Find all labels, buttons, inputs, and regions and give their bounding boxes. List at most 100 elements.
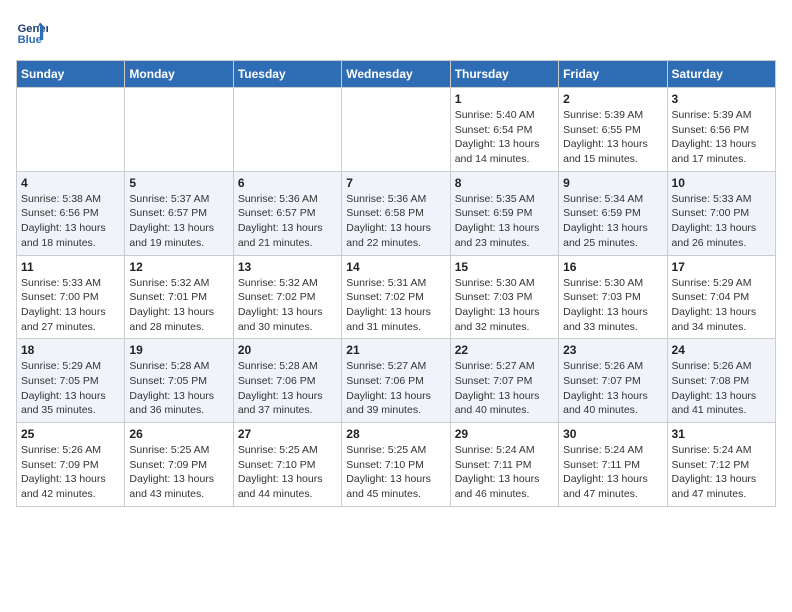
calendar-cell: 18 Sunrise: 5:29 AM Sunset: 7:05 PM Dayli…	[17, 339, 125, 423]
calendar-cell: 6 Sunrise: 5:36 AM Sunset: 6:57 PM Daylig…	[233, 171, 341, 255]
calendar-cell: 24 Sunrise: 5:26 AM Sunset: 7:08 PM Dayli…	[667, 339, 775, 423]
day-info: Sunrise: 5:26 AM Sunset: 7:08 PM Dayligh…	[672, 359, 771, 418]
calendar-cell	[125, 88, 233, 172]
day-number: 22	[455, 343, 554, 357]
day-number: 23	[563, 343, 662, 357]
calendar-cell: 12Sunrise: 5:32 AM Sunset: 7:01 PM Dayli…	[125, 255, 233, 339]
weekday-header-tuesday: Tuesday	[233, 61, 341, 88]
day-number: 8	[455, 176, 554, 190]
day-info: Sunrise: 5:27 AM Sunset: 7:06 PM Dayligh…	[346, 359, 445, 418]
day-info: Sunrise: 5:40 AM Sunset: 6:54 PM Dayligh…	[455, 108, 554, 167]
calendar-cell	[233, 88, 341, 172]
calendar-cell: 26 Sunrise: 5:25 AM Sunset: 7:09 PM Dayli…	[125, 423, 233, 507]
week-row-4: 18 Sunrise: 5:29 AM Sunset: 7:05 PM Dayli…	[17, 339, 776, 423]
calendar-table: SundayMondayTuesdayWednesdayThursdayFrid…	[16, 60, 776, 507]
day-number: 29	[455, 427, 554, 441]
day-info: Sunrise: 5:38 AM Sunset: 6:56 PM Dayligh…	[21, 192, 120, 251]
day-info: Sunrise: 5:30 AM Sunset: 7:03 PM Dayligh…	[455, 276, 554, 335]
week-row-3: 11 Sunrise: 5:33 AM Sunset: 7:00 PM Dayli…	[17, 255, 776, 339]
day-number: 24	[672, 343, 771, 357]
day-info: Sunrise: 5:29 AM Sunset: 7:04 PM Dayligh…	[672, 276, 771, 335]
day-info: Sunrise: 5:25 AM Sunset: 7:09 PM Dayligh…	[129, 443, 228, 502]
calendar-cell: 17 Sunrise: 5:29 AM Sunset: 7:04 PM Dayli…	[667, 255, 775, 339]
calendar-cell: 2Sunrise: 5:39 AM Sunset: 6:55 PM Daylig…	[559, 88, 667, 172]
day-number: 31	[672, 427, 771, 441]
day-number: 3	[672, 92, 771, 106]
calendar-cell: 14 Sunrise: 5:31 AM Sunset: 7:02 PM Dayli…	[342, 255, 450, 339]
weekday-header-friday: Friday	[559, 61, 667, 88]
day-info: Sunrise: 5:24 AM Sunset: 7:11 PM Dayligh…	[455, 443, 554, 502]
day-info: Sunrise: 5:25 AM Sunset: 7:10 PM Dayligh…	[238, 443, 337, 502]
calendar-cell: 7Sunrise: 5:36 AM Sunset: 6:58 PM Daylig…	[342, 171, 450, 255]
day-number: 18	[21, 343, 120, 357]
day-info: Sunrise: 5:24 AM Sunset: 7:11 PM Dayligh…	[563, 443, 662, 502]
calendar-cell: 22 Sunrise: 5:27 AM Sunset: 7:07 PM Dayli…	[450, 339, 558, 423]
day-number: 14	[346, 260, 445, 274]
calendar-cell: 20 Sunrise: 5:28 AM Sunset: 7:06 PM Dayli…	[233, 339, 341, 423]
calendar-cell: 30 Sunrise: 5:24 AM Sunset: 7:11 PM Dayli…	[559, 423, 667, 507]
week-row-2: 4 Sunrise: 5:38 AM Sunset: 6:56 PM Daylig…	[17, 171, 776, 255]
day-info: Sunrise: 5:32 AM Sunset: 7:02 PM Dayligh…	[238, 276, 337, 335]
calendar-cell: 28Sunrise: 5:25 AM Sunset: 7:10 PM Dayli…	[342, 423, 450, 507]
weekday-header-monday: Monday	[125, 61, 233, 88]
day-number: 15	[455, 260, 554, 274]
calendar-cell: 5 Sunrise: 5:37 AM Sunset: 6:57 PM Daylig…	[125, 171, 233, 255]
calendar-cell: 8 Sunrise: 5:35 AM Sunset: 6:59 PM Daylig…	[450, 171, 558, 255]
day-info: Sunrise: 5:37 AM Sunset: 6:57 PM Dayligh…	[129, 192, 228, 251]
calendar-cell: 10 Sunrise: 5:33 AM Sunset: 7:00 PM Dayli…	[667, 171, 775, 255]
logo-icon: General Blue	[16, 16, 48, 48]
day-number: 9	[563, 176, 662, 190]
calendar-cell	[17, 88, 125, 172]
calendar-cell: 19Sunrise: 5:28 AM Sunset: 7:05 PM Dayli…	[125, 339, 233, 423]
logo: General Blue	[16, 16, 52, 48]
day-number: 5	[129, 176, 228, 190]
day-number: 7	[346, 176, 445, 190]
day-info: Sunrise: 5:26 AM Sunset: 7:09 PM Dayligh…	[21, 443, 120, 502]
day-number: 30	[563, 427, 662, 441]
day-number: 12	[129, 260, 228, 274]
day-number: 16	[563, 260, 662, 274]
day-info: Sunrise: 5:26 AM Sunset: 7:07 PM Dayligh…	[563, 359, 662, 418]
week-row-1: 1 Sunrise: 5:40 AM Sunset: 6:54 PM Daylig…	[17, 88, 776, 172]
calendar-cell: 31 Sunrise: 5:24 AM Sunset: 7:12 PM Dayli…	[667, 423, 775, 507]
day-number: 19	[129, 343, 228, 357]
calendar-cell: 23 Sunrise: 5:26 AM Sunset: 7:07 PM Dayli…	[559, 339, 667, 423]
day-info: Sunrise: 5:33 AM Sunset: 7:00 PM Dayligh…	[21, 276, 120, 335]
calendar-cell: 11 Sunrise: 5:33 AM Sunset: 7:00 PM Dayli…	[17, 255, 125, 339]
day-info: Sunrise: 5:31 AM Sunset: 7:02 PM Dayligh…	[346, 276, 445, 335]
day-info: Sunrise: 5:39 AM Sunset: 6:56 PM Dayligh…	[672, 108, 771, 167]
svg-text:Blue: Blue	[18, 34, 42, 46]
day-number: 11	[21, 260, 120, 274]
day-number: 26	[129, 427, 228, 441]
svg-text:General: General	[18, 23, 48, 35]
calendar-cell: 27Sunrise: 5:25 AM Sunset: 7:10 PM Dayli…	[233, 423, 341, 507]
day-number: 17	[672, 260, 771, 274]
day-number: 2	[563, 92, 662, 106]
day-info: Sunrise: 5:35 AM Sunset: 6:59 PM Dayligh…	[455, 192, 554, 251]
day-info: Sunrise: 5:33 AM Sunset: 7:00 PM Dayligh…	[672, 192, 771, 251]
day-number: 28	[346, 427, 445, 441]
day-number: 6	[238, 176, 337, 190]
calendar-cell: 13Sunrise: 5:32 AM Sunset: 7:02 PM Dayli…	[233, 255, 341, 339]
day-info: Sunrise: 5:29 AM Sunset: 7:05 PM Dayligh…	[21, 359, 120, 418]
day-number: 21	[346, 343, 445, 357]
day-number: 10	[672, 176, 771, 190]
calendar-cell: 9 Sunrise: 5:34 AM Sunset: 6:59 PM Daylig…	[559, 171, 667, 255]
calendar-cell: 21 Sunrise: 5:27 AM Sunset: 7:06 PM Dayli…	[342, 339, 450, 423]
day-info: Sunrise: 5:24 AM Sunset: 7:12 PM Dayligh…	[672, 443, 771, 502]
calendar-cell: 15 Sunrise: 5:30 AM Sunset: 7:03 PM Dayli…	[450, 255, 558, 339]
calendar-cell: 16 Sunrise: 5:30 AM Sunset: 7:03 PM Dayli…	[559, 255, 667, 339]
day-info: Sunrise: 5:30 AM Sunset: 7:03 PM Dayligh…	[563, 276, 662, 335]
day-info: Sunrise: 5:36 AM Sunset: 6:57 PM Dayligh…	[238, 192, 337, 251]
day-number: 20	[238, 343, 337, 357]
calendar-cell: 29 Sunrise: 5:24 AM Sunset: 7:11 PM Dayli…	[450, 423, 558, 507]
day-info: Sunrise: 5:27 AM Sunset: 7:07 PM Dayligh…	[455, 359, 554, 418]
day-info: Sunrise: 5:28 AM Sunset: 7:06 PM Dayligh…	[238, 359, 337, 418]
day-number: 4	[21, 176, 120, 190]
day-number: 1	[455, 92, 554, 106]
calendar-cell: 4 Sunrise: 5:38 AM Sunset: 6:56 PM Daylig…	[17, 171, 125, 255]
day-info: Sunrise: 5:34 AM Sunset: 6:59 PM Dayligh…	[563, 192, 662, 251]
weekday-header-saturday: Saturday	[667, 61, 775, 88]
weekday-header-sunday: Sunday	[17, 61, 125, 88]
weekday-header-thursday: Thursday	[450, 61, 558, 88]
